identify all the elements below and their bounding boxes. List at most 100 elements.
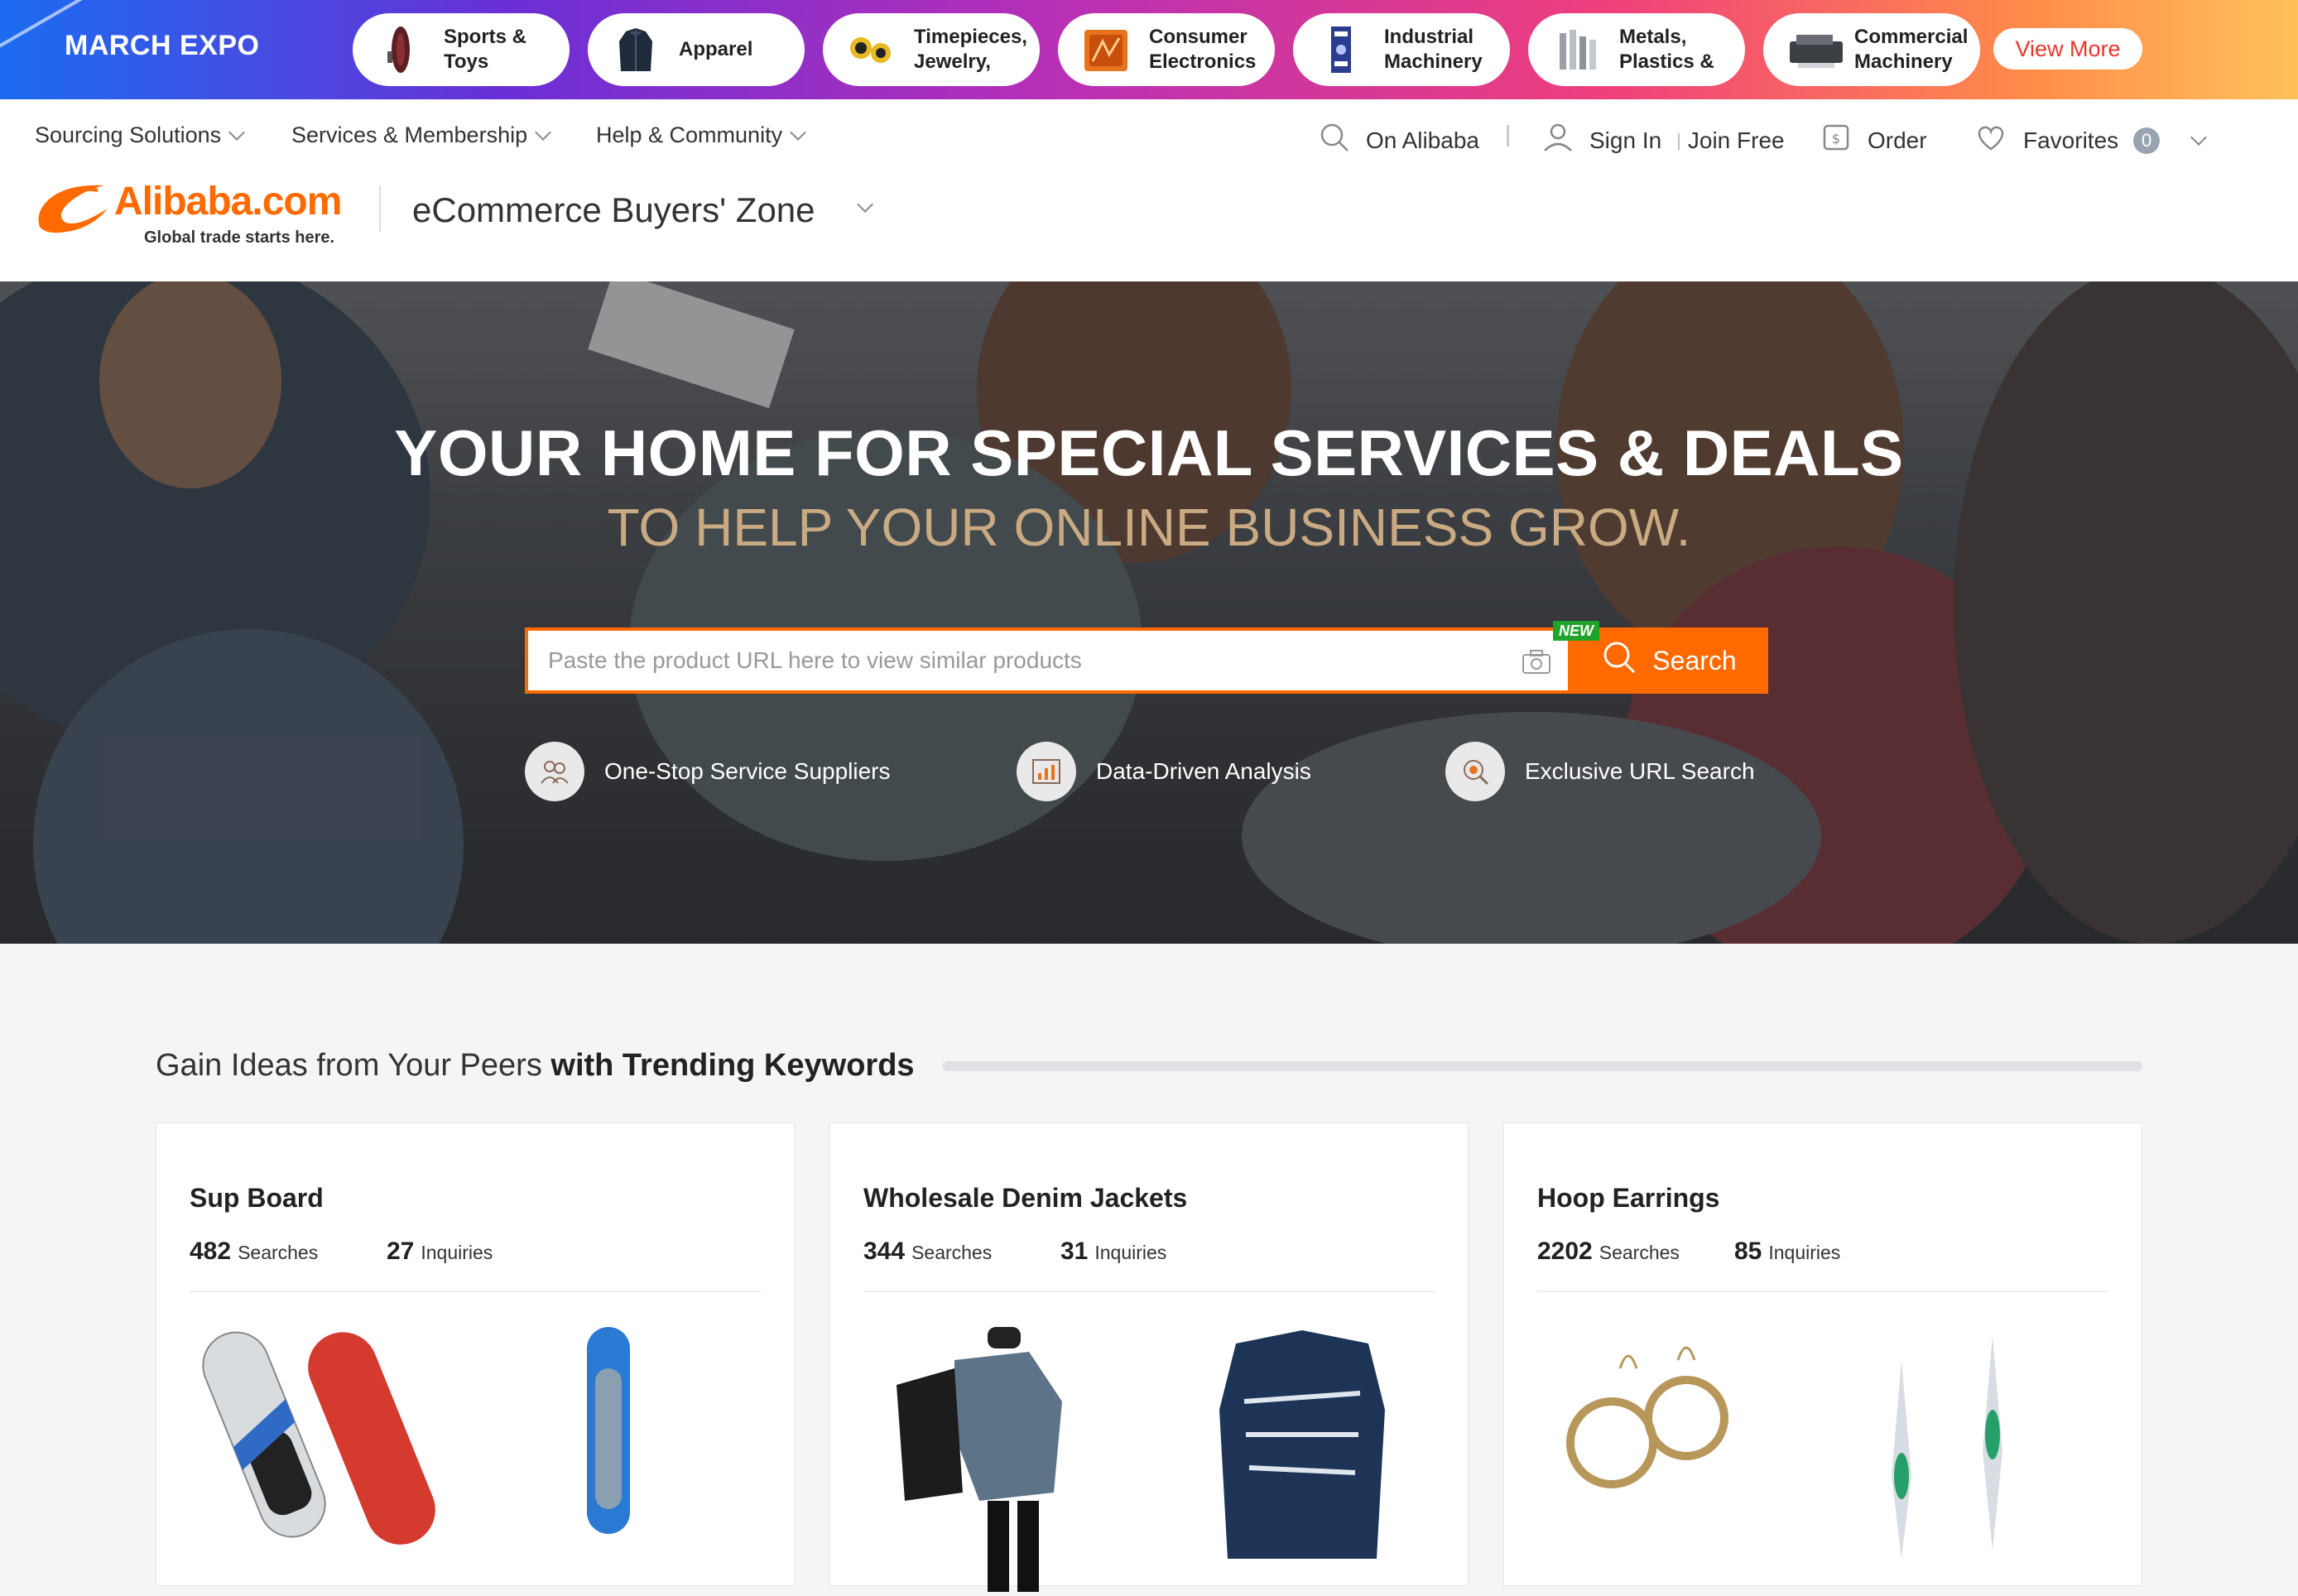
chevron-down-icon — [790, 123, 806, 141]
site-header: Sourcing Solutions Services & Membership… — [0, 99, 2298, 281]
chevron-down-icon[interactable] — [857, 196, 873, 213]
feature-data-driven-analysis: Data-Driven Analysis — [1017, 742, 1311, 801]
hero-title: YOUR HOME FOR SPECIAL SERVICES & DEALS — [394, 416, 1904, 489]
trending-card-sup-board[interactable]: Sup Board 482 Searches 27 Inquiries — [156, 1122, 795, 1586]
inquiries-label: Inquiries — [421, 1242, 493, 1263]
hero-banner: YOUR HOME FOR SPECIAL SERVICES & DEALS T… — [0, 281, 2298, 944]
inquiries-count: 31 — [1060, 1238, 1089, 1265]
printer-machine-icon — [1786, 25, 1843, 75]
logo-tagline: Global trade starts here. — [144, 228, 335, 247]
expo-category-industrial-machinery[interactable]: Industrial Machinery — [1293, 13, 1510, 86]
feature-exclusive-url-search: Exclusive URL Search — [1445, 742, 1755, 801]
user-icon — [1541, 121, 1574, 160]
nav-sourcing-solutions[interactable]: Sourcing Solutions — [35, 123, 246, 148]
expo-title: MARCH EXPO — [65, 30, 260, 61]
searches-stat: 482 Searches — [190, 1238, 318, 1266]
expo-category-label: Commercial Machinery — [1854, 26, 1969, 73]
order-icon: $ — [1820, 121, 1853, 160]
inquiries-count: 85 — [1734, 1238, 1762, 1265]
search-icon — [1601, 639, 1637, 682]
expo-category-label: Industrial Machinery — [1384, 26, 1483, 73]
searches-count: 2202 — [1537, 1238, 1593, 1265]
machine-icon — [1316, 25, 1366, 75]
inquiries-count: 27 — [387, 1238, 415, 1265]
searches-stat: 344 Searches — [863, 1238, 992, 1266]
sign-in-link[interactable]: Sign In — [1589, 127, 1661, 154]
card-divider — [1537, 1291, 2108, 1292]
chevron-down-icon — [228, 123, 246, 141]
nav-services-membership[interactable]: Services & Membership — [291, 123, 552, 148]
jacket-icon — [611, 25, 661, 75]
chevron-down-icon[interactable] — [2190, 128, 2208, 146]
on-alibaba-link[interactable]: On Alibaba — [1318, 121, 1479, 160]
on-alibaba-label: On Alibaba — [1366, 127, 1479, 153]
new-badge: NEW — [1553, 621, 1599, 641]
searches-count: 482 — [190, 1238, 232, 1265]
product-image[interactable] — [496, 1310, 761, 1592]
join-free-link[interactable]: Join Free — [1688, 127, 1785, 154]
expo-banner: MARCH EXPO Sports & Toys Apparel Timepie… — [0, 0, 2298, 99]
expo-category-consumer-electronics[interactable]: Consumer Electronics — [1058, 13, 1275, 86]
feature-label: Exclusive URL Search — [1525, 758, 1755, 784]
trending-title-plain: Gain Ideas from Your Peers — [156, 1048, 542, 1083]
header-divider: | — [1505, 121, 1512, 147]
inquiries-label: Inquiries — [1094, 1242, 1167, 1263]
account-divider: | — [1676, 129, 1681, 151]
inquiries-stat: 31 Inquiries — [1060, 1238, 1166, 1266]
trending-card-hoop-earrings[interactable]: Hoop Earrings 2202 Searches 85 Inquiries — [1503, 1122, 2142, 1586]
card-divider — [863, 1291, 1435, 1292]
feature-one-stop-suppliers: One-Stop Service Suppliers — [525, 742, 891, 801]
url-search-box — [525, 627, 1571, 694]
searches-label: Searches — [911, 1242, 993, 1263]
heart-icon — [1973, 121, 2008, 160]
trending-title-bold: with Trending Keywords — [550, 1048, 915, 1083]
url-search-input[interactable] — [548, 647, 1500, 674]
nav-help-community[interactable]: Help & Community — [596, 123, 806, 148]
card-title: Sup Board — [190, 1183, 324, 1213]
nav-label: Services & Membership — [291, 123, 528, 147]
expo-category-commercial-machinery[interactable]: Commercial Machinery — [1763, 13, 1980, 86]
alibaba-logo[interactable]: Alibaba.com Global trade starts here. — [33, 179, 356, 247]
feature-label: Data-Driven Analysis — [1096, 758, 1311, 784]
product-image[interactable] — [1537, 1310, 1802, 1592]
watch-icon — [846, 25, 896, 75]
nav-label: Sourcing Solutions — [35, 123, 222, 147]
product-image[interactable] — [863, 1310, 1128, 1592]
zone-title[interactable]: eCommerce Buyers' Zone — [412, 190, 815, 230]
favorites-count-badge: 0 — [2133, 127, 2161, 154]
logo-wordmark: Alibaba.com — [114, 180, 342, 224]
account-area: Sign In | Join Free — [1541, 121, 1785, 160]
surfboard-icon — [376, 25, 425, 75]
search-button[interactable]: Search — [1570, 627, 1768, 694]
expo-category-metals-plastics[interactable]: Metals, Plastics & — [1528, 13, 1745, 86]
alibaba-logo-mark-icon — [38, 185, 108, 233]
product-image[interactable] — [1170, 1310, 1435, 1592]
electronics-icon — [1081, 25, 1131, 75]
section-progress-bar — [942, 1061, 2142, 1071]
chevron-down-icon — [535, 123, 552, 141]
card-divider — [190, 1291, 761, 1292]
expo-category-apparel[interactable]: Apparel — [588, 13, 805, 86]
inquiries-label: Inquiries — [1768, 1242, 1841, 1263]
magnifier-icon — [1445, 742, 1505, 801]
favorites-link[interactable]: Favorites 0 — [1973, 121, 2208, 160]
favorites-label: Favorites — [2023, 127, 2119, 153]
order-label: Order — [1868, 127, 1927, 153]
camera-icon[interactable] — [1522, 649, 1551, 680]
expo-category-timepieces[interactable]: Timepieces, Jewelry, — [823, 13, 1040, 86]
product-image[interactable] — [1844, 1310, 2108, 1592]
expo-category-label: Apparel — [679, 38, 753, 60]
view-more-button[interactable]: View More — [1993, 28, 2142, 70]
brand-divider — [379, 185, 381, 232]
search-icon — [1318, 121, 1351, 160]
svg-text:$: $ — [1832, 131, 1840, 147]
product-image[interactable] — [190, 1310, 454, 1592]
trending-card-denim-jackets[interactable]: Wholesale Denim Jackets 344 Searches 31 In… — [829, 1122, 1469, 1592]
order-link[interactable]: $ Order — [1820, 121, 1927, 160]
hero-overlay — [0, 281, 2298, 944]
card-title: Hoop Earrings — [1537, 1183, 1720, 1213]
search-button-label: Search — [1652, 645, 1737, 675]
searches-stat: 2202 Searches — [1537, 1238, 1680, 1266]
expo-category-sports-toys[interactable]: Sports & Toys — [353, 13, 570, 86]
expo-category-label: Consumer Electronics — [1149, 26, 1257, 73]
